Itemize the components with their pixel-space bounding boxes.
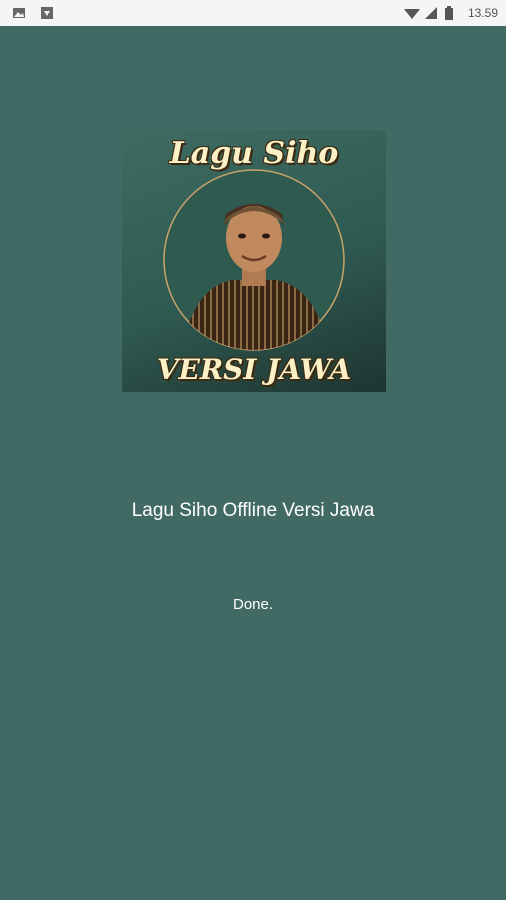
- portrait-illustration: [163, 169, 345, 351]
- clock: 13.59: [467, 6, 498, 20]
- signal-icon: [424, 6, 438, 20]
- loading-status: Done.: [232, 596, 274, 613]
- logo-title: Lagu Siho: [169, 136, 339, 171]
- splash-screen: Lagu Siho VERSI JAWA Lagu Siho Offline V…: [0, 26, 506, 900]
- battery-icon: [444, 6, 458, 20]
- app-name: Lagu Siho Offline Versi Jawa: [131, 500, 375, 521]
- image-icon: [12, 6, 26, 20]
- download-icon: [40, 6, 54, 20]
- logo-subtitle: VERSI JAWA: [156, 353, 352, 386]
- status-bar: 13.59: [0, 0, 506, 26]
- wifi-icon: [403, 6, 420, 20]
- app-logo: Lagu Siho VERSI JAWA: [122, 130, 386, 392]
